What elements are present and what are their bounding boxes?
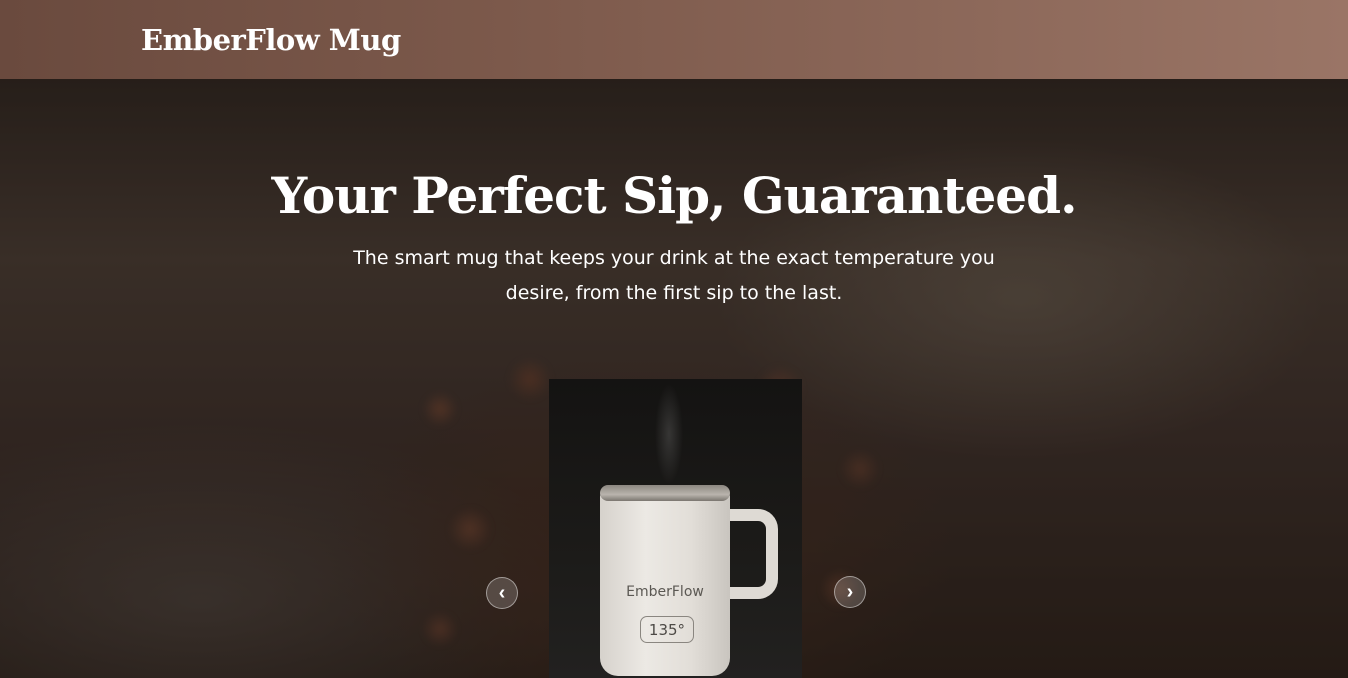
chevron-right-icon: › [846,580,854,603]
carousel-next-button[interactable]: › [834,576,866,608]
hero-section: Your Perfect Sip, Guaranteed. The smart … [0,79,1348,678]
hero-headline: Your Perfect Sip, Guaranteed. [271,166,1078,225]
product-carousel-slide: EmberFlow 135° [549,379,802,678]
mug-brand-text: EmberFlow [626,584,704,600]
mug-temperature-display: 135° [640,616,694,643]
steam-graphic [649,379,689,489]
mug-rim [600,485,730,501]
carousel-prev-button[interactable]: ‹ [486,577,518,609]
hero-subheadline: The smart mug that keeps your drink at t… [353,247,995,304]
chevron-left-icon: ‹ [498,581,506,604]
brand-logo[interactable]: EmberFlow Mug [141,23,401,57]
site-header: EmberFlow Mug [0,0,1348,79]
mug-handle [724,509,778,599]
